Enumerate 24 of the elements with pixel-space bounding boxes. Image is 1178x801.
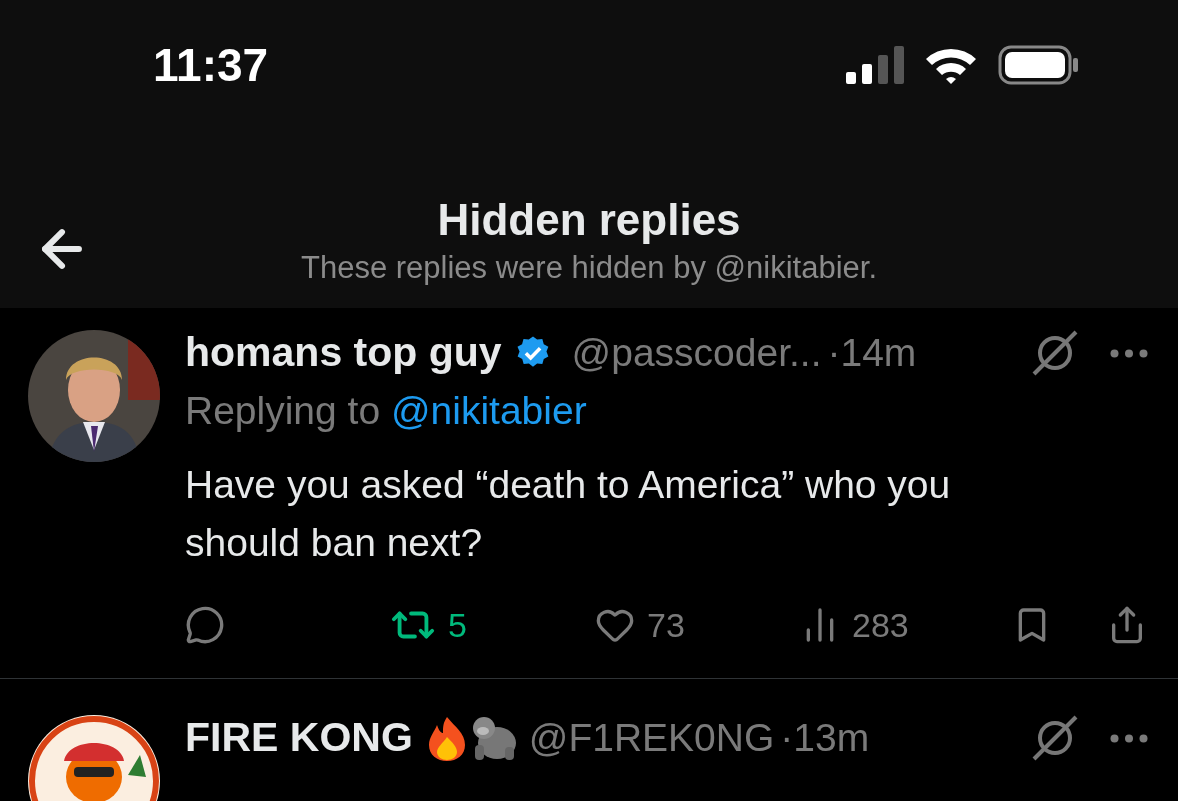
author-name: FIRE KONG [185,713,413,763]
status-time: 11:37 [153,37,269,93]
signal-icon [846,46,904,84]
replying-to: Replying to @nikitabier [185,388,588,434]
more-icon [1110,348,1148,358]
post-time: ·14m [827,329,917,376]
author-handle: @passcoder... [571,329,822,376]
more-button[interactable] [1110,733,1148,743]
like-button[interactable]: 73 [595,605,800,645]
post-text: Have you asked “death to America” who you should ban next? [185,462,952,566]
hidden-reply-icon[interactable] [1030,328,1080,378]
author-handle: @F1REK0NG [528,714,775,761]
views-button[interactable]: 283 [800,605,1012,645]
author-name: homans top guy [185,328,502,378]
page-subtitle: These replies were hidden by @nikitabier. [301,249,877,287]
hidden-reply-icon[interactable] [1030,713,1080,763]
battery-icon [998,45,1080,85]
post-time: ·13m [780,714,870,761]
page-title: Hidden replies [437,194,741,246]
more-icon [1110,733,1148,743]
repost-button[interactable]: 5 [390,602,595,648]
reply-icon [185,605,225,645]
more-button[interactable] [1110,348,1148,358]
mention-link[interactable]: @nikitabier [390,389,587,432]
